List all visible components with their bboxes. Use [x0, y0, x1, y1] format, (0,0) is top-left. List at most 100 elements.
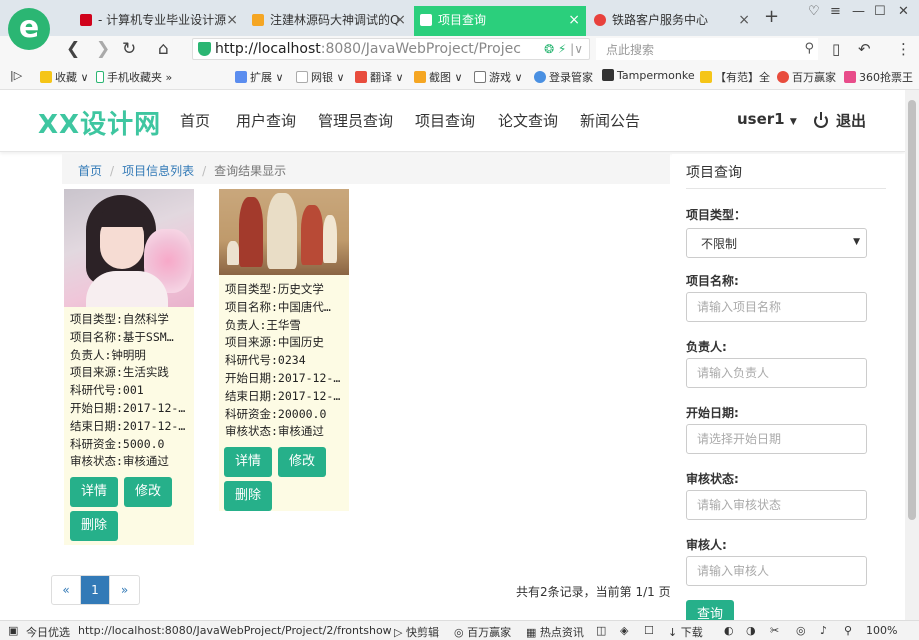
- reload-icon[interactable]: ↻: [122, 39, 136, 59]
- bookmark-youfan[interactable]: 【有范】全: [700, 69, 770, 85]
- lightning-icon[interactable]: ❂ ⚡ |∨: [544, 40, 583, 59]
- bookmark-winner[interactable]: 百万赢家: [777, 69, 836, 85]
- bookmark-extensions[interactable]: 扩展 ∨: [235, 69, 284, 85]
- url-field[interactable]: http://localhost:8080/JavaWebProject/Pro…: [192, 38, 590, 60]
- user-dropdown[interactable]: user1 ▼: [737, 110, 797, 128]
- power-icon: [814, 112, 828, 128]
- back-icon[interactable]: ❮: [66, 39, 80, 59]
- page-next[interactable]: »: [110, 576, 139, 604]
- bookmark-games[interactable]: 游戏 ∨: [474, 69, 523, 85]
- nav-user-query[interactable]: 用户查询: [236, 110, 296, 131]
- delete-button[interactable]: 删除: [224, 481, 273, 512]
- browser-logo-icon: e: [8, 8, 50, 50]
- status-tool-icon[interactable]: ◈: [620, 624, 628, 637]
- bookmark-favorites[interactable]: 收藏 ∨: [40, 69, 89, 85]
- project-name-input[interactable]: [686, 292, 867, 322]
- news-icon: ▦: [526, 626, 537, 639]
- page-scrollbar[interactable]: [905, 90, 919, 620]
- project-photo[interactable]: [219, 189, 349, 275]
- bookmark-ticket[interactable]: 360抢票王: [844, 69, 913, 85]
- nav-news[interactable]: 新闻公告: [580, 110, 640, 131]
- leader-label: 负责人:: [686, 340, 727, 354]
- browser-tab[interactable]: - 计算机专业毕业设计源 ×: [74, 6, 244, 36]
- project-funds: 科研资金:20000.0: [225, 406, 327, 421]
- detail-button[interactable]: 详情: [224, 447, 273, 478]
- caret-down-icon: ▼: [853, 237, 860, 247]
- quick-cut[interactable]: ▷ 快剪辑: [394, 624, 439, 640]
- site-brand[interactable]: XX设计网: [38, 104, 161, 141]
- nav-admin-query[interactable]: 管理员查询: [318, 110, 393, 131]
- start-date-input[interactable]: [686, 424, 867, 454]
- status-input[interactable]: [686, 490, 867, 520]
- undo-icon[interactable]: ↶: [858, 39, 871, 59]
- download-link[interactable]: ↓ 下载: [668, 624, 703, 640]
- zoom-level[interactable]: 100%: [866, 624, 897, 637]
- page-prev[interactable]: «: [52, 576, 81, 604]
- nav-thesis-query[interactable]: 论文查询: [498, 110, 558, 131]
- status-tool-icon[interactable]: ◫: [596, 624, 606, 637]
- browser-tab[interactable]: 注建林源码大神调试的Q ×: [246, 6, 412, 36]
- nav-project-query[interactable]: 项目查询: [415, 110, 475, 131]
- nav-home[interactable]: 首页: [180, 110, 210, 131]
- status-tool-icon[interactable]: ◑: [746, 624, 756, 637]
- bookmark-translate[interactable]: 翻译 ∨: [355, 69, 404, 85]
- project-type: 项目类型:历史文学: [225, 282, 324, 296]
- phone-sync-icon[interactable]: ▯: [832, 39, 840, 59]
- forward-icon[interactable]: ❯: [96, 39, 110, 59]
- close-icon[interactable]: ×: [568, 6, 580, 34]
- breadcrumb-home[interactable]: 首页: [78, 164, 102, 178]
- search-input[interactable]: 点此搜索 ⚲: [596, 38, 818, 60]
- screenshot-icon: [414, 71, 426, 83]
- auditor-label: 审核人:: [686, 538, 727, 552]
- project-type-select[interactable]: 不限制 ▼: [686, 228, 867, 258]
- maximize-icon[interactable]: ☐: [874, 4, 886, 19]
- page-1[interactable]: 1: [81, 576, 110, 604]
- skin-icon[interactable]: ♡: [808, 4, 820, 19]
- close-icon[interactable]: ×: [738, 6, 750, 34]
- project-end-date: 结束日期:2017-12-12: [225, 388, 343, 403]
- status-tool-icon[interactable]: ☐: [644, 624, 654, 637]
- project-photo[interactable]: [64, 189, 194, 307]
- search-icon[interactable]: ⚲: [804, 41, 814, 56]
- gift-icon[interactable]: ▣: [8, 624, 18, 637]
- bookmark-bank[interactable]: 网银 ∨: [296, 69, 345, 85]
- bookmark-login[interactable]: 登录管家: [534, 69, 593, 85]
- winner-link[interactable]: ◎ 百万赢家: [454, 624, 511, 640]
- sidebar-toggle-icon[interactable]: |▷: [10, 69, 22, 82]
- menu-icon[interactable]: ≡: [830, 4, 841, 19]
- leader-input[interactable]: [686, 358, 867, 388]
- home-icon[interactable]: ⌂: [158, 39, 169, 59]
- close-icon[interactable]: ×: [394, 6, 406, 34]
- logout-button[interactable]: 退出: [814, 110, 866, 131]
- scroll-thumb[interactable]: [908, 100, 916, 520]
- breadcrumb-project-list[interactable]: 项目信息列表: [122, 164, 194, 178]
- address-toolbar: ❮ ❯ ↻ ⌂ http://localhost:8080/JavaWebPro…: [0, 36, 919, 62]
- close-icon[interactable]: ×: [226, 6, 238, 34]
- project-code: 科研代号:0234: [225, 353, 306, 368]
- window-close-icon[interactable]: ✕: [898, 4, 909, 19]
- more-icon[interactable]: ⋮: [896, 39, 911, 59]
- today-picks[interactable]: 今日优选: [26, 624, 70, 640]
- bookmark-screenshot[interactable]: 截图 ∨: [414, 69, 463, 85]
- auditor-input[interactable]: [686, 556, 867, 586]
- bookmark-tampermonkey[interactable]: Tampermonke: [602, 69, 695, 82]
- status-tool-icon[interactable]: ✂: [770, 624, 779, 637]
- edit-button[interactable]: 修改: [278, 447, 327, 478]
- new-tab-icon[interactable]: +: [764, 6, 779, 27]
- status-tool-icon[interactable]: ◎: [796, 624, 806, 637]
- tab-title: 注建林源码大神调试的Q: [270, 13, 400, 27]
- delete-button[interactable]: 删除: [70, 511, 119, 542]
- status-tool-icon[interactable]: ◐: [724, 624, 734, 637]
- breadcrumb-current: 查询结果显示: [214, 164, 287, 178]
- status-tool-icon[interactable]: ♪: [820, 624, 827, 637]
- url-text: http://localhost:8080/JavaWebProject/Pro…: [215, 41, 521, 57]
- detail-button[interactable]: 详情: [70, 477, 119, 508]
- browser-tab-active[interactable]: 项目查询 ×: [414, 6, 586, 36]
- bookmark-mobile[interactable]: 手机收藏夹 »: [96, 69, 172, 85]
- minimize-icon[interactable]: —: [852, 4, 865, 19]
- browser-tab[interactable]: 铁路客户服务中心 ×: [588, 6, 756, 36]
- zoom-icon[interactable]: ⚲: [844, 624, 852, 637]
- start-date-label: 开始日期:: [686, 406, 739, 420]
- edit-button[interactable]: 修改: [124, 477, 173, 508]
- hot-news[interactable]: ▦ 热点资讯: [526, 624, 584, 640]
